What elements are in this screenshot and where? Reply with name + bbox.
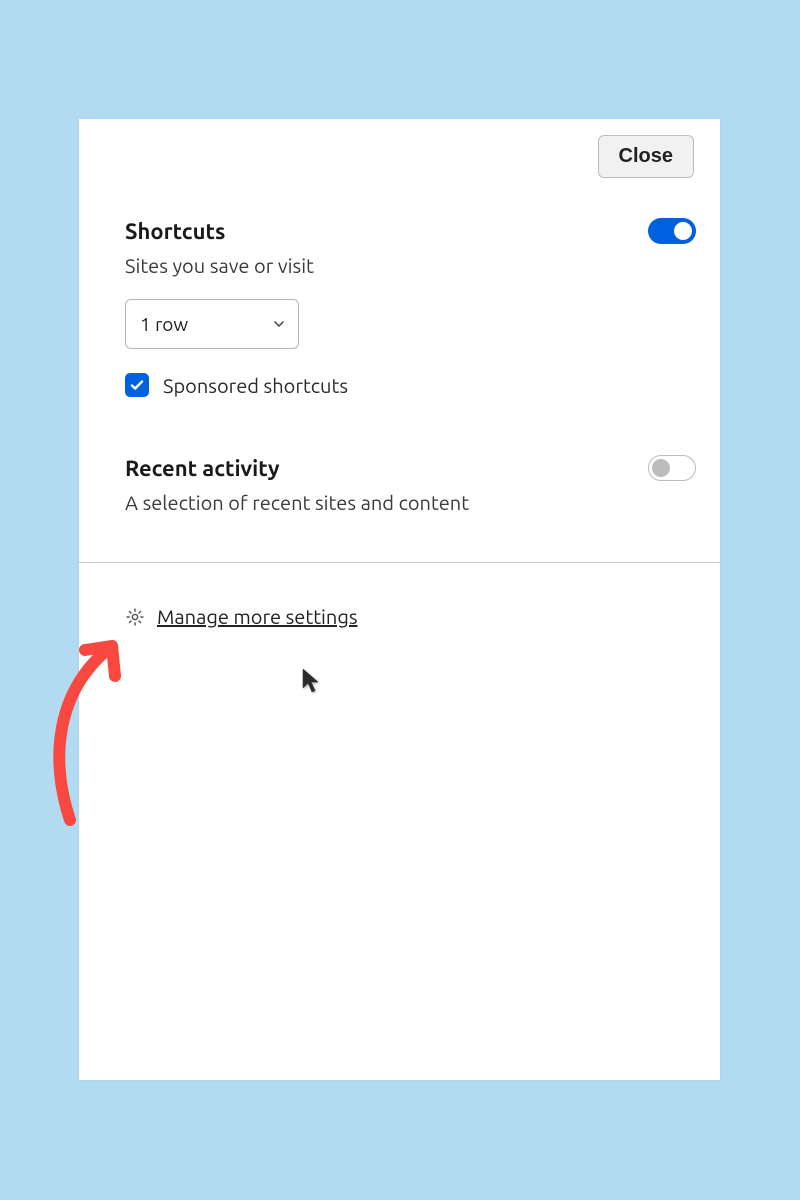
gear-icon bbox=[125, 607, 145, 627]
shortcuts-rows-select[interactable]: 1 row bbox=[125, 299, 299, 349]
close-button[interactable]: Close bbox=[598, 135, 694, 178]
toggle-knob bbox=[652, 459, 670, 477]
chevron-down-icon bbox=[274, 319, 284, 329]
sponsored-label: Sponsored shortcuts bbox=[163, 374, 348, 397]
settings-panel: Close Shortcuts Sites you save or visit … bbox=[79, 119, 720, 1080]
close-row: Close bbox=[125, 135, 696, 178]
manage-more-settings-link[interactable]: Manage more settings bbox=[157, 605, 358, 628]
shortcuts-section: Shortcuts Sites you save or visit 1 row … bbox=[125, 218, 696, 397]
shortcuts-rows-value: 1 row bbox=[140, 313, 188, 335]
recent-header: Recent activity bbox=[125, 455, 696, 481]
sponsored-checkbox[interactable] bbox=[125, 373, 149, 397]
divider bbox=[79, 562, 720, 563]
recent-title: Recent activity bbox=[125, 456, 280, 481]
sponsored-row: Sponsored shortcuts bbox=[125, 373, 696, 397]
recent-subtitle: A selection of recent sites and content bbox=[125, 491, 696, 514]
recent-toggle[interactable] bbox=[648, 455, 696, 481]
shortcuts-title: Shortcuts bbox=[125, 219, 225, 244]
manage-settings-row: Manage more settings bbox=[125, 605, 696, 628]
shortcuts-toggle[interactable] bbox=[648, 218, 696, 244]
shortcuts-subtitle: Sites you save or visit bbox=[125, 254, 696, 277]
recent-activity-section: Recent activity A selection of recent si… bbox=[125, 455, 696, 514]
toggle-knob bbox=[674, 222, 692, 240]
panel-inner: Close Shortcuts Sites you save or visit … bbox=[79, 119, 720, 628]
shortcuts-header: Shortcuts bbox=[125, 218, 696, 244]
